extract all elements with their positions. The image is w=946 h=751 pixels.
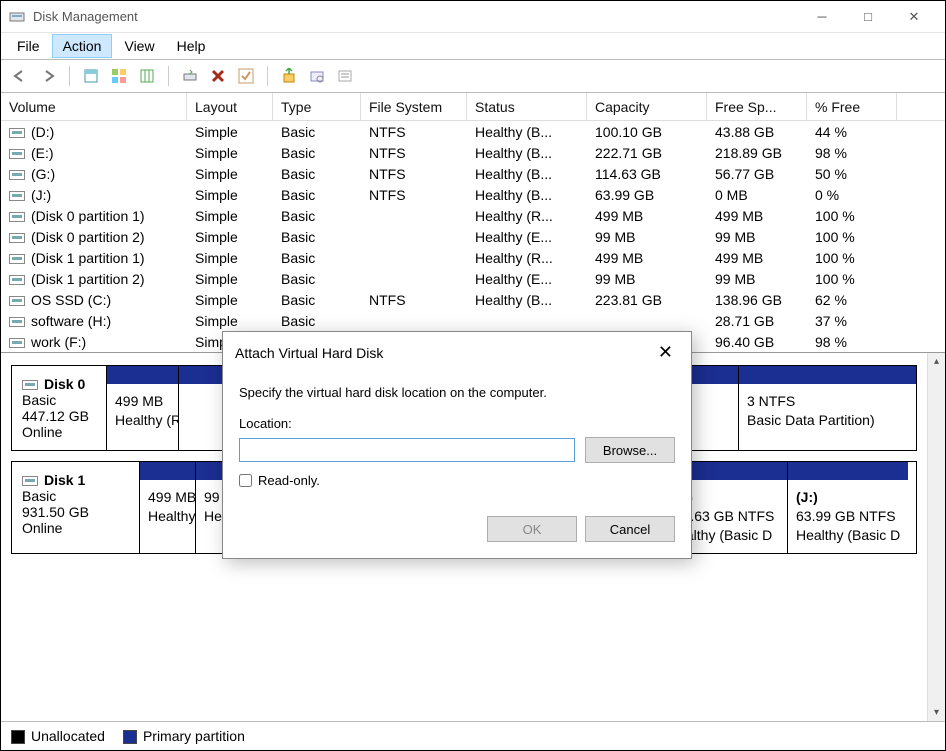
volume-row[interactable]: OS SSD (C:)SimpleBasicNTFSHealthy (B...2… (1, 289, 945, 310)
dialog-desc: Specify the virtual hard disk location o… (239, 385, 675, 400)
titlebar: Disk Management ─ □ ✕ (1, 1, 945, 33)
partition[interactable]: 499 MBHealthy (R (107, 366, 179, 450)
location-input[interactable] (239, 438, 575, 462)
partition[interactable]: (J:)63.99 GB NTFSHealthy (Basic D (788, 462, 908, 553)
menu-action[interactable]: Action (52, 34, 113, 58)
readonly-label: Read-only. (258, 473, 320, 488)
volume-row[interactable]: (Disk 0 partition 1)SimpleBasicHealthy (… (1, 205, 945, 226)
disk-header[interactable]: Disk 1Basic931.50 GBOnline (12, 462, 140, 553)
drive-icon (9, 128, 25, 138)
back-button[interactable] (9, 65, 31, 87)
drive-icon (9, 254, 25, 264)
volume-row[interactable]: (E:)SimpleBasicNTFSHealthy (B...222.71 G… (1, 142, 945, 163)
tb-icon-4[interactable] (278, 65, 300, 87)
col-layout[interactable]: Layout (187, 93, 273, 120)
drive-icon (9, 149, 25, 159)
menu-file[interactable]: File (7, 35, 50, 57)
volume-list: Volume Layout Type File System Status Ca… (1, 93, 945, 353)
dialog-title: Attach Virtual Hard Disk (235, 345, 652, 361)
tb-icon-check[interactable] (235, 65, 257, 87)
volume-row[interactable]: (J:)SimpleBasicNTFSHealthy (B...63.99 GB… (1, 184, 945, 205)
readonly-checkbox[interactable] (239, 474, 252, 487)
volume-row[interactable]: (Disk 1 partition 1)SimpleBasicHealthy (… (1, 247, 945, 268)
ok-button[interactable]: OK (487, 516, 577, 542)
tb-icon-6[interactable] (334, 65, 356, 87)
drive-icon (9, 233, 25, 243)
legend-unallocated: Unallocated (31, 728, 105, 744)
volume-row[interactable]: (G:)SimpleBasicNTFSHealthy (B...114.63 G… (1, 163, 945, 184)
tb-icon-delete[interactable] (207, 65, 229, 87)
legend-swatch-unallocated (11, 730, 25, 744)
location-label: Location: (239, 416, 675, 431)
partition[interactable]: 499 MBHealthy (140, 462, 196, 553)
legend-primary: Primary partition (143, 728, 245, 744)
col-status[interactable]: Status (467, 93, 587, 120)
col-fs[interactable]: File System (361, 93, 467, 120)
disk-icon (22, 476, 38, 486)
volume-row[interactable]: (Disk 0 partition 2)SimpleBasicHealthy (… (1, 226, 945, 247)
browse-button[interactable]: Browse... (585, 437, 675, 463)
vertical-scrollbar[interactable]: ▴▾ (927, 353, 945, 721)
tb-icon-refresh[interactable] (179, 65, 201, 87)
drive-icon (9, 317, 25, 327)
col-free[interactable]: Free Sp... (707, 93, 807, 120)
volume-row[interactable]: software (H:)SimpleBasic28.71 GB37 % (1, 310, 945, 331)
col-pct[interactable]: % Free (807, 93, 897, 120)
drive-icon (9, 212, 25, 222)
app-icon (9, 9, 25, 25)
menubar: File Action View Help (1, 33, 945, 59)
disk-header[interactable]: Disk 0Basic447.12 GBOnline (12, 366, 107, 450)
legend: Unallocated Primary partition (1, 721, 945, 750)
drive-icon (9, 296, 25, 306)
disk-icon (22, 380, 38, 390)
partition[interactable]: 3 NTFSBasic Data Partition) (739, 366, 916, 450)
window-title: Disk Management (33, 9, 799, 24)
legend-swatch-primary (123, 730, 137, 744)
menu-help[interactable]: Help (167, 35, 216, 57)
maximize-button[interactable]: □ (845, 1, 891, 33)
dialog-close-icon[interactable]: ✕ (652, 342, 679, 363)
volume-row[interactable]: (D:)SimpleBasicNTFSHealthy (B...100.10 G… (1, 121, 945, 142)
tb-icon-2[interactable] (108, 65, 130, 87)
col-volume[interactable]: Volume (1, 93, 187, 120)
tb-icon-1[interactable] (80, 65, 102, 87)
volume-row[interactable]: (Disk 1 partition 2)SimpleBasicHealthy (… (1, 268, 945, 289)
drive-icon (9, 170, 25, 180)
column-headers: Volume Layout Type File System Status Ca… (1, 93, 945, 121)
attach-vhd-dialog: Attach Virtual Hard Disk ✕ Specify the v… (222, 331, 692, 559)
minimize-button[interactable]: ─ (799, 1, 845, 33)
disk-mgmt-window: Disk Management ─ □ ✕ File Action View H… (0, 0, 946, 751)
toolbar (1, 59, 945, 93)
forward-button[interactable] (37, 65, 59, 87)
col-capacity[interactable]: Capacity (587, 93, 707, 120)
close-button[interactable]: ✕ (891, 1, 937, 33)
drive-icon (9, 275, 25, 285)
drive-icon (9, 191, 25, 201)
col-type[interactable]: Type (273, 93, 361, 120)
menu-view[interactable]: View (114, 35, 164, 57)
drive-icon (9, 338, 25, 348)
tb-icon-5[interactable] (306, 65, 328, 87)
cancel-button[interactable]: Cancel (585, 516, 675, 542)
tb-icon-3[interactable] (136, 65, 158, 87)
